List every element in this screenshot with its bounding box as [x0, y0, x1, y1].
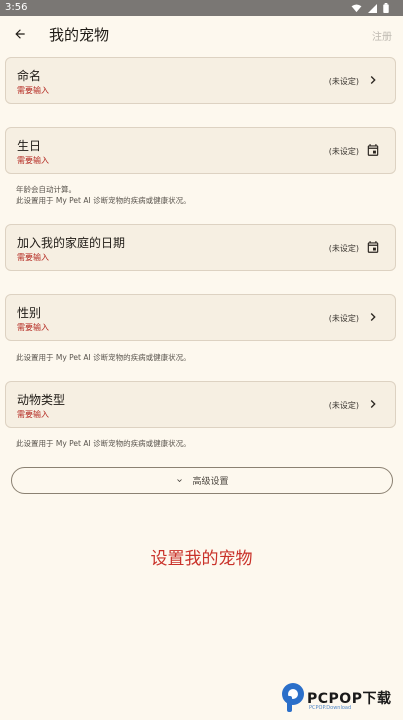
status-icons: [351, 3, 389, 13]
calendar-icon: [365, 142, 381, 158]
battery-icon: [383, 3, 389, 13]
chevron-right-icon: [365, 396, 381, 412]
field-value-birthday: (未设定): [328, 147, 359, 156]
field-label-gender: 性别: [17, 306, 42, 320]
wifi-icon: [351, 3, 362, 13]
birthday-helper-text: 年龄会自动计算。 此设置用于 My Pet AI 诊断宠物的疾病或健康状况。: [16, 184, 191, 206]
field-value-gender: (未设定): [328, 314, 359, 323]
chevron-right-icon: [365, 72, 381, 88]
field-value-name: (未设定): [328, 77, 359, 86]
animal-type-field-card[interactable]: 动物类型 需要输入 (未设定): [5, 381, 396, 428]
birthday-field-card[interactable]: 生日 需要输入 (未设定): [5, 127, 396, 174]
page-title: 我的宠物: [49, 26, 110, 44]
required-hint: 需要输入: [17, 410, 49, 419]
chevron-right-icon: [365, 309, 381, 325]
watermark: PCPOP下载 PCPOP.Download: [280, 682, 403, 720]
field-label-animal-type: 动物类型: [17, 393, 66, 407]
animal-type-helper-text: 此设置用于 My Pet AI 诊断宠物的疾病或健康状况。: [16, 439, 191, 448]
signal-icon: [368, 3, 377, 13]
field-label-birthday: 生日: [17, 139, 42, 153]
field-label-join-date: 加入我的家庭的日期: [17, 236, 126, 250]
required-hint: 需要输入: [17, 253, 49, 262]
back-button[interactable]: [10, 24, 30, 44]
name-field-card[interactable]: 命名 需要输入 (未设定): [5, 57, 396, 104]
field-value-animal-type: (未设定): [328, 401, 359, 410]
advanced-settings-button[interactable]: 高级设置: [11, 467, 393, 494]
gender-field-card[interactable]: 性别 需要输入 (未设定): [5, 294, 396, 341]
required-hint: 需要输入: [17, 156, 49, 165]
status-bar: 3:56: [0, 0, 403, 16]
gender-helper-text: 此设置用于 My Pet AI 诊断宠物的疾病或健康状况。: [16, 353, 191, 362]
pcpop-logo-icon: [282, 683, 304, 712]
calendar-icon: [365, 239, 381, 255]
field-value-join-date: (未设定): [328, 244, 359, 253]
field-label-name: 命名: [17, 69, 42, 83]
advanced-settings-label: 高级设置: [192, 477, 229, 487]
setup-my-pet-button[interactable]: 设置我的宠物: [0, 544, 403, 569]
arrow-left-icon: [15, 29, 25, 39]
register-button[interactable]: 注册: [372, 28, 392, 43]
helper-line: 此设置用于 My Pet AI 诊断宠物的疾病或健康状况。: [16, 196, 191, 205]
required-hint: 需要输入: [17, 323, 49, 332]
required-hint: 需要输入: [17, 86, 49, 95]
join-date-field-card[interactable]: 加入我的家庭的日期 需要输入 (未设定): [5, 224, 396, 271]
helper-line: 年龄会自动计算。: [16, 185, 76, 194]
chevron-down-icon: [177, 479, 183, 482]
watermark-subtext: PCPOP.Download: [309, 705, 352, 711]
app-bar: 我的宠物 注册: [0, 16, 403, 52]
status-time: 3:56: [5, 2, 28, 13]
